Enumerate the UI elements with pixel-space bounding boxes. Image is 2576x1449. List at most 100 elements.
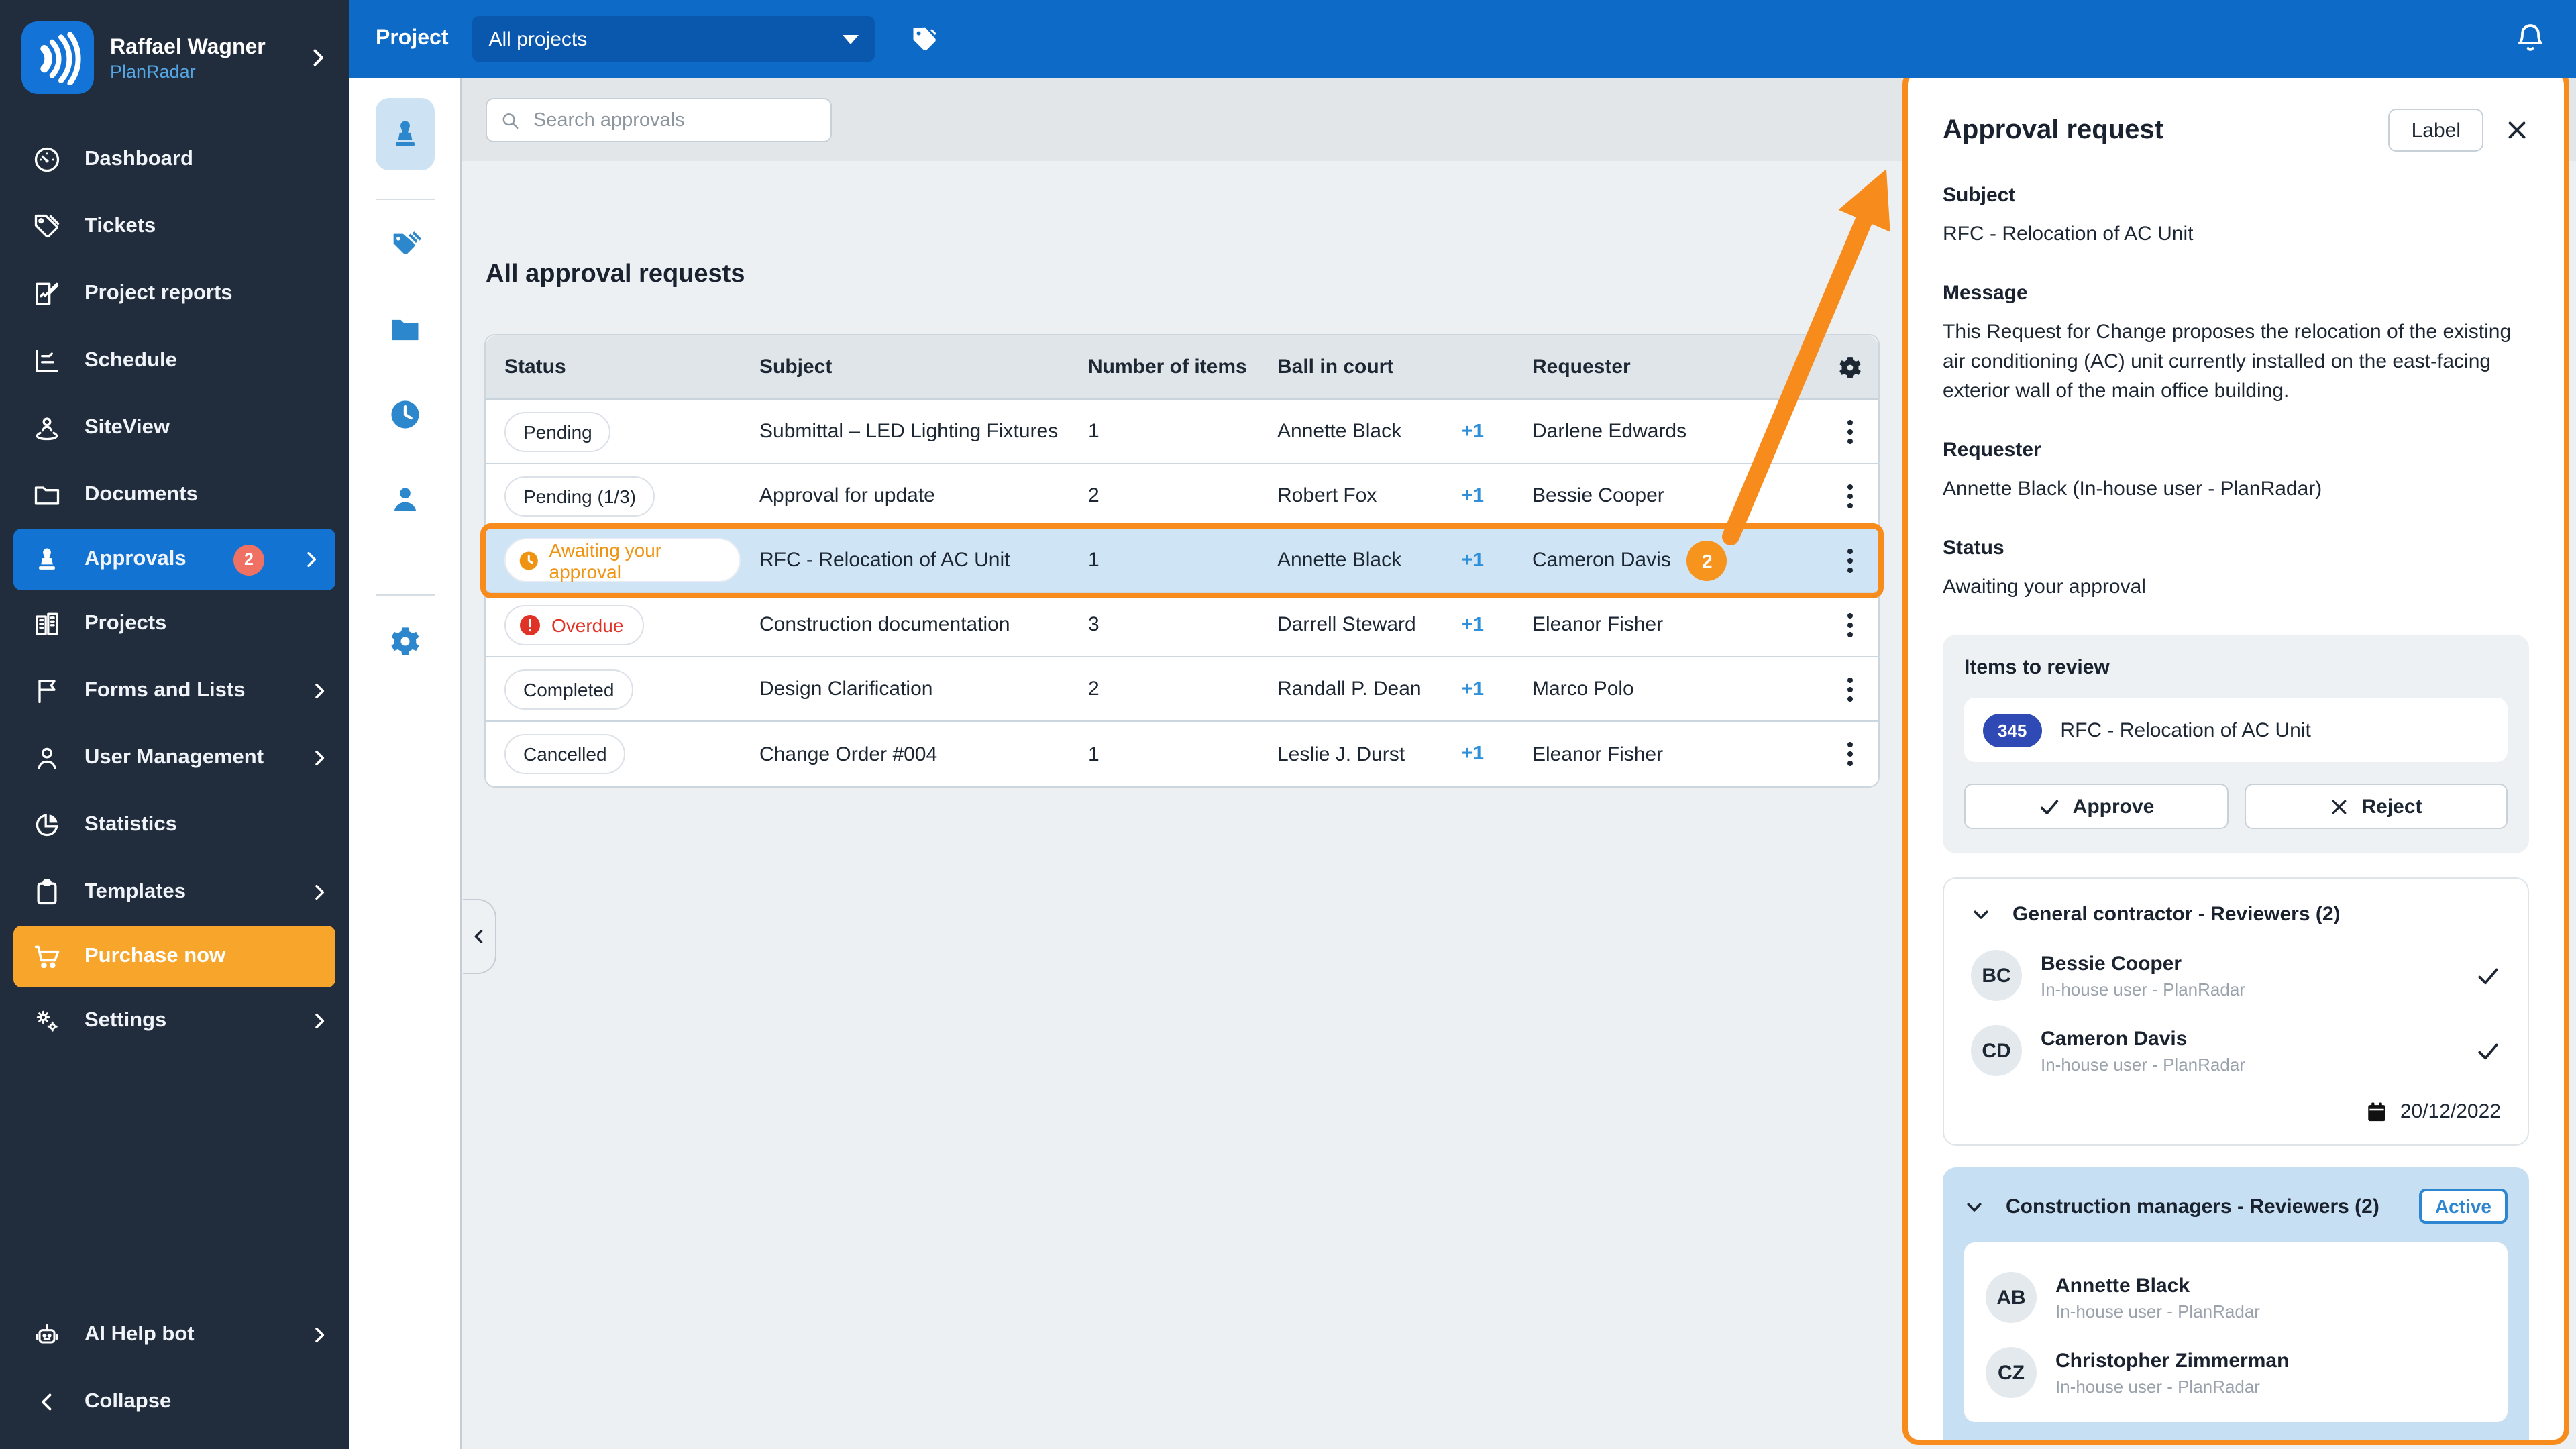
status-badge: Cancelled bbox=[504, 734, 626, 774]
project-selector-value: All projects bbox=[488, 28, 588, 50]
row-menu-kebab-icon[interactable] bbox=[1839, 604, 1860, 645]
status-value: Awaiting your approval bbox=[1943, 576, 2146, 598]
sidebar-item-label: Purchase now bbox=[85, 945, 226, 967]
chevron-down-icon[interactable] bbox=[1971, 904, 1991, 924]
review-item[interactable]: 345 RFC - Relocation of AC Unit bbox=[1964, 698, 2508, 762]
chevron-right-icon bbox=[309, 1010, 330, 1032]
items-to-review-card: Items to review 345 RFC - Relocation of … bbox=[1943, 635, 2529, 853]
row-menu-kebab-icon[interactable] bbox=[1839, 734, 1860, 774]
notifications-bell-icon[interactable] bbox=[2514, 21, 2546, 54]
sidebar-item-statistics[interactable]: Statistics bbox=[0, 792, 349, 859]
reject-button[interactable]: Reject bbox=[2244, 784, 2508, 829]
collapse-rail-handle[interactable] bbox=[463, 899, 496, 974]
table-row[interactable]: Pending Submittal – LED Lighting Fixture… bbox=[486, 400, 1878, 464]
user-icon bbox=[32, 743, 62, 773]
clock-icon bbox=[519, 551, 538, 570]
rail-tab-folders[interactable] bbox=[387, 313, 422, 347]
sidebar-item-siteview[interactable]: SiteView bbox=[0, 394, 349, 462]
avatar: AB bbox=[1986, 1272, 2037, 1323]
approvals-count-badge: 2 bbox=[233, 544, 264, 575]
sidebar-item-label: Project reports bbox=[85, 282, 233, 305]
more-assignees-link[interactable]: +1 bbox=[1462, 421, 1484, 442]
row-menu-kebab-icon[interactable] bbox=[1839, 540, 1860, 580]
buildings-icon bbox=[32, 609, 62, 639]
row-menu-kebab-icon[interactable] bbox=[1839, 411, 1860, 451]
step-general-contractor: General contractor - Reviewers (2) BC Be… bbox=[1943, 877, 2529, 1146]
sidebar-item-label: Tickets bbox=[85, 215, 156, 237]
search-input[interactable] bbox=[530, 108, 817, 132]
x-icon bbox=[2332, 799, 2347, 814]
column-number-of-items[interactable]: Number of items bbox=[1069, 356, 1258, 378]
more-assignees-link[interactable]: +1 bbox=[1462, 743, 1484, 765]
row-menu-kebab-icon[interactable] bbox=[1839, 476, 1860, 516]
rail-tab-history[interactable] bbox=[387, 397, 422, 432]
sidebar-item-label: Settings bbox=[85, 1009, 167, 1032]
rail-tab-approvals[interactable] bbox=[375, 98, 434, 170]
project-selector[interactable]: All projects bbox=[472, 16, 875, 62]
rail-tab-people[interactable] bbox=[387, 482, 422, 517]
sidebar-item-schedule[interactable]: Schedule bbox=[0, 327, 349, 394]
sidebar-item-ai-help-bot[interactable]: AI Help bot bbox=[0, 1301, 349, 1368]
table-row-selected[interactable]: Awaiting your approval RFC - Relocation … bbox=[480, 523, 1884, 598]
sidebar-item-projects[interactable]: Projects bbox=[0, 590, 349, 657]
message-label: Message bbox=[1943, 282, 2028, 305]
label-button[interactable]: Label bbox=[2388, 109, 2483, 152]
chevron-down-icon[interactable] bbox=[1964, 1196, 1984, 1216]
sidebar-collapse-button[interactable]: Collapse bbox=[0, 1368, 349, 1436]
sidebar-item-label: Collapse bbox=[85, 1390, 172, 1413]
table-row[interactable]: Overdue Construction documentation 3 Dar… bbox=[486, 593, 1878, 657]
dashboard-icon bbox=[32, 145, 62, 174]
table-settings-gear-icon[interactable] bbox=[1821, 354, 1878, 380]
message-value: This Request for Change proposes the rel… bbox=[1943, 321, 2512, 402]
sidebar-item-label: Forms and Lists bbox=[85, 679, 246, 702]
items-count-cell: 2 bbox=[1088, 678, 1099, 700]
sidebar-item-tickets[interactable]: Tickets bbox=[0, 193, 349, 260]
check-icon bbox=[2040, 799, 2058, 814]
more-assignees-link[interactable]: +1 bbox=[1462, 678, 1484, 700]
panel-title: Approval request bbox=[1943, 115, 2163, 144]
close-icon[interactable] bbox=[2505, 118, 2529, 142]
requester-value: Annette Black (In-house user - PlanRadar… bbox=[1943, 478, 2322, 500]
rail-tab-tags[interactable] bbox=[387, 228, 422, 263]
search-approvals-box[interactable] bbox=[486, 98, 832, 142]
sidebar-item-settings[interactable]: Settings bbox=[0, 987, 349, 1055]
sidebar-item-templates[interactable]: Templates bbox=[0, 859, 349, 926]
subject-cell: Construction documentation bbox=[759, 613, 1010, 636]
column-subject[interactable]: Subject bbox=[741, 356, 1069, 378]
sidebar-item-purchase-now[interactable]: Purchase now bbox=[13, 926, 335, 987]
cart-icon bbox=[32, 942, 62, 971]
stamp-icon bbox=[32, 545, 62, 574]
sidebar-item-documents[interactable]: Documents bbox=[0, 462, 349, 529]
ball-in-court-cell: Robert Fox bbox=[1277, 484, 1377, 507]
requester-cell: Cameron Davis bbox=[1532, 549, 1671, 572]
table-row[interactable]: Completed Design Clarification 2 Randall… bbox=[486, 657, 1878, 722]
account-switcher[interactable]: Raffael Wagner PlanRadar bbox=[0, 0, 349, 113]
rail-tab-settings[interactable] bbox=[387, 624, 422, 659]
items-count-cell: 2 bbox=[1088, 484, 1099, 507]
requester-cell: Eleanor Fisher bbox=[1532, 613, 1664, 636]
reviewer-meta: In-house user - PlanRadar bbox=[2055, 1377, 2260, 1397]
table-row[interactable]: Cancelled Change Order #004 1 Leslie J. … bbox=[486, 722, 1878, 786]
sidebar: Raffael Wagner PlanRadar Dashboard Ticke… bbox=[0, 0, 349, 1449]
row-menu-kebab-icon[interactable] bbox=[1839, 669, 1860, 709]
robot-icon bbox=[32, 1320, 62, 1350]
table-row[interactable]: Pending (1/3) Approval for update 2 Robe… bbox=[486, 464, 1878, 529]
approve-button[interactable]: Approve bbox=[1964, 784, 2228, 829]
tag-icon[interactable] bbox=[910, 24, 940, 54]
sidebar-item-dashboard[interactable]: Dashboard bbox=[0, 126, 349, 193]
status-badge: Completed bbox=[504, 669, 633, 709]
more-assignees-link[interactable]: +1 bbox=[1462, 485, 1484, 506]
approved-check-icon bbox=[2475, 963, 2501, 988]
more-assignees-link[interactable]: +1 bbox=[1462, 614, 1484, 635]
sidebar-item-forms-and-lists[interactable]: Forms and Lists bbox=[0, 657, 349, 724]
column-ball-in-court[interactable]: Ball in court bbox=[1258, 356, 1513, 378]
requester-cell: Eleanor Fisher bbox=[1532, 743, 1664, 765]
sidebar-item-approvals[interactable]: Approvals 2 bbox=[13, 529, 335, 590]
chevron-right-icon bbox=[309, 881, 330, 903]
column-status[interactable]: Status bbox=[486, 356, 741, 378]
topbar: Project All projects bbox=[349, 0, 2576, 78]
sidebar-item-user-management[interactable]: User Management bbox=[0, 724, 349, 792]
sidebar-item-project-reports[interactable]: Project reports bbox=[0, 260, 349, 327]
column-requester[interactable]: Requester bbox=[1513, 356, 1821, 378]
more-assignees-link[interactable]: +1 bbox=[1462, 549, 1484, 571]
